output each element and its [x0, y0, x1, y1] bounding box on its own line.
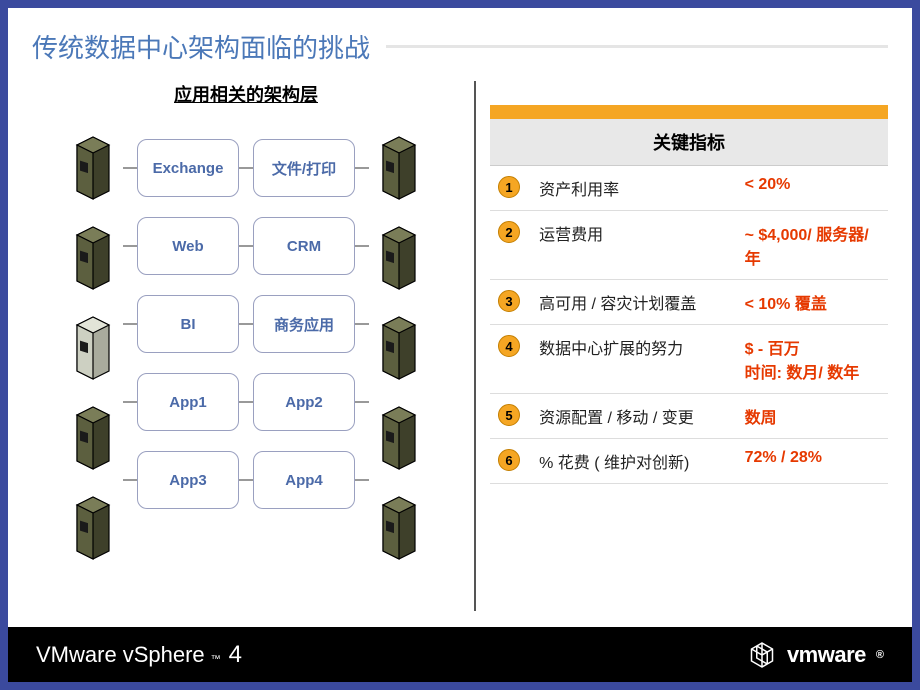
app-box: 文件/打印 [253, 139, 355, 197]
server-icon [375, 309, 423, 381]
footer-product-vm: VMware [36, 642, 117, 668]
app-box: App1 [137, 373, 239, 431]
footer-product-version: 4 [229, 641, 242, 669]
trademark-icon: ™ [211, 654, 221, 665]
cube-icon [747, 640, 777, 670]
metric-value: 72% / 28% [737, 439, 888, 484]
app-box: App2 [253, 373, 355, 431]
footer-product: VMware vSphere ™ 4 [36, 641, 242, 669]
metric-label: 资源配置 / 移动 / 变更 [531, 394, 736, 439]
metrics-accent-bar [490, 105, 888, 119]
server-icon [69, 129, 117, 201]
content-area: 传统数据中心架构面临的挑战 应用相关的架构层 [8, 8, 912, 627]
server-icon [69, 399, 117, 471]
connector-line [123, 323, 137, 325]
footer-brand-text: vmware [787, 642, 866, 668]
connector-line [239, 245, 253, 247]
metrics-row: 5 资源配置 / 移动 / 变更 数周 [490, 394, 888, 439]
metric-value: < 20% [737, 166, 888, 211]
app-box: Exchange [137, 139, 239, 197]
connector-line [355, 323, 369, 325]
app-pair: BI 商务应用 [123, 295, 369, 353]
number-badge: 6 [498, 449, 520, 471]
title-bar: 传统数据中心架构面临的挑战 [32, 28, 888, 65]
connector-line [123, 479, 137, 481]
metrics-table: 关键指标 1 资产利用率 < 20% 2 运营费用 ~ $4,000/ 服务器/… [490, 105, 888, 484]
app-box: CRM [253, 217, 355, 275]
metric-label: 数据中心扩展的努力 [531, 325, 736, 394]
metrics-row: 6 % 花费 ( 维护对创新) 72% / 28% [490, 439, 888, 484]
number-badge: 5 [498, 404, 520, 426]
server-icon [375, 129, 423, 201]
metric-number-cell: 1 [490, 166, 531, 211]
server-icon [69, 309, 117, 381]
metric-value: $ - 百万时间: 数月/ 数年 [737, 325, 888, 394]
metric-label: 高可用 / 容灾计划覆盖 [531, 280, 736, 325]
metrics-column: 关键指标 1 资产利用率 < 20% 2 运营费用 ~ $4,000/ 服务器/… [490, 81, 888, 611]
number-badge: 2 [498, 221, 520, 243]
number-badge: 3 [498, 290, 520, 312]
metric-label: 资产利用率 [531, 166, 736, 211]
metric-label: 运营费用 [531, 211, 736, 280]
app-pair-column: Exchange 文件/打印 Web CRM BI 商务应用 App1 App2… [123, 119, 369, 509]
app-box: Web [137, 217, 239, 275]
metrics-row: 3 高可用 / 容灾计划覆盖 < 10% 覆盖 [490, 280, 888, 325]
registered-icon: ® [876, 649, 884, 661]
number-badge: 4 [498, 335, 520, 357]
metrics-header-row: 关键指标 [490, 119, 888, 166]
app-box: 商务应用 [253, 295, 355, 353]
metric-number-cell: 4 [490, 325, 531, 394]
footer-brand: vmware ® [747, 640, 884, 670]
metrics-row: 2 运营费用 ~ $4,000/ 服务器/年 [490, 211, 888, 280]
connector-line [239, 323, 253, 325]
app-pair: App3 App4 [123, 451, 369, 509]
metric-value: ~ $4,000/ 服务器/年 [737, 211, 888, 280]
connector-line [239, 401, 253, 403]
metric-number-cell: 3 [490, 280, 531, 325]
app-box: App3 [137, 451, 239, 509]
connector-line [239, 479, 253, 481]
metric-value: < 10% 覆盖 [737, 280, 888, 325]
columns: 应用相关的架构层 Exchange 文件/打印 [32, 81, 888, 611]
app-pair: Exchange 文件/打印 [123, 139, 369, 197]
server-column-right [375, 119, 423, 561]
server-icon [69, 219, 117, 291]
server-icon [69, 489, 117, 561]
app-pair: Web CRM [123, 217, 369, 275]
metric-number-cell: 6 [490, 439, 531, 484]
connector-line [239, 167, 253, 169]
metric-number-cell: 5 [490, 394, 531, 439]
architecture-column: 应用相关的架构层 Exchange 文件/打印 [32, 81, 460, 611]
server-column-left [69, 119, 117, 561]
metrics-row: 1 资产利用率 < 20% [490, 166, 888, 211]
metric-label: % 花费 ( 维护对创新) [531, 439, 736, 484]
page-title: 传统数据中心架构面临的挑战 [32, 28, 370, 65]
app-pair: App1 App2 [123, 373, 369, 431]
vertical-divider [474, 81, 476, 611]
title-divider-line [386, 45, 888, 48]
connector-line [355, 401, 369, 403]
metric-value: 数周 [737, 394, 888, 439]
app-box: App4 [253, 451, 355, 509]
connector-line [355, 479, 369, 481]
metrics-header: 关键指标 [490, 119, 888, 166]
slide: 传统数据中心架构面临的挑战 应用相关的架构层 [0, 0, 920, 690]
metrics-row: 4 数据中心扩展的努力 $ - 百万时间: 数月/ 数年 [490, 325, 888, 394]
connector-line [123, 401, 137, 403]
number-badge: 1 [498, 176, 520, 198]
server-icon [375, 489, 423, 561]
architecture-grid: Exchange 文件/打印 Web CRM BI 商务应用 App1 App2… [32, 119, 460, 561]
connector-line [123, 167, 137, 169]
connector-line [355, 167, 369, 169]
metric-number-cell: 2 [490, 211, 531, 280]
server-icon [375, 219, 423, 291]
app-box: BI [137, 295, 239, 353]
footer: VMware vSphere ™ 4 vmware ® [8, 627, 912, 682]
connector-line [123, 245, 137, 247]
server-icon [375, 399, 423, 471]
connector-line [355, 245, 369, 247]
architecture-subtitle: 应用相关的架构层 [32, 81, 460, 107]
footer-product-sphere: vSphere [123, 642, 205, 668]
